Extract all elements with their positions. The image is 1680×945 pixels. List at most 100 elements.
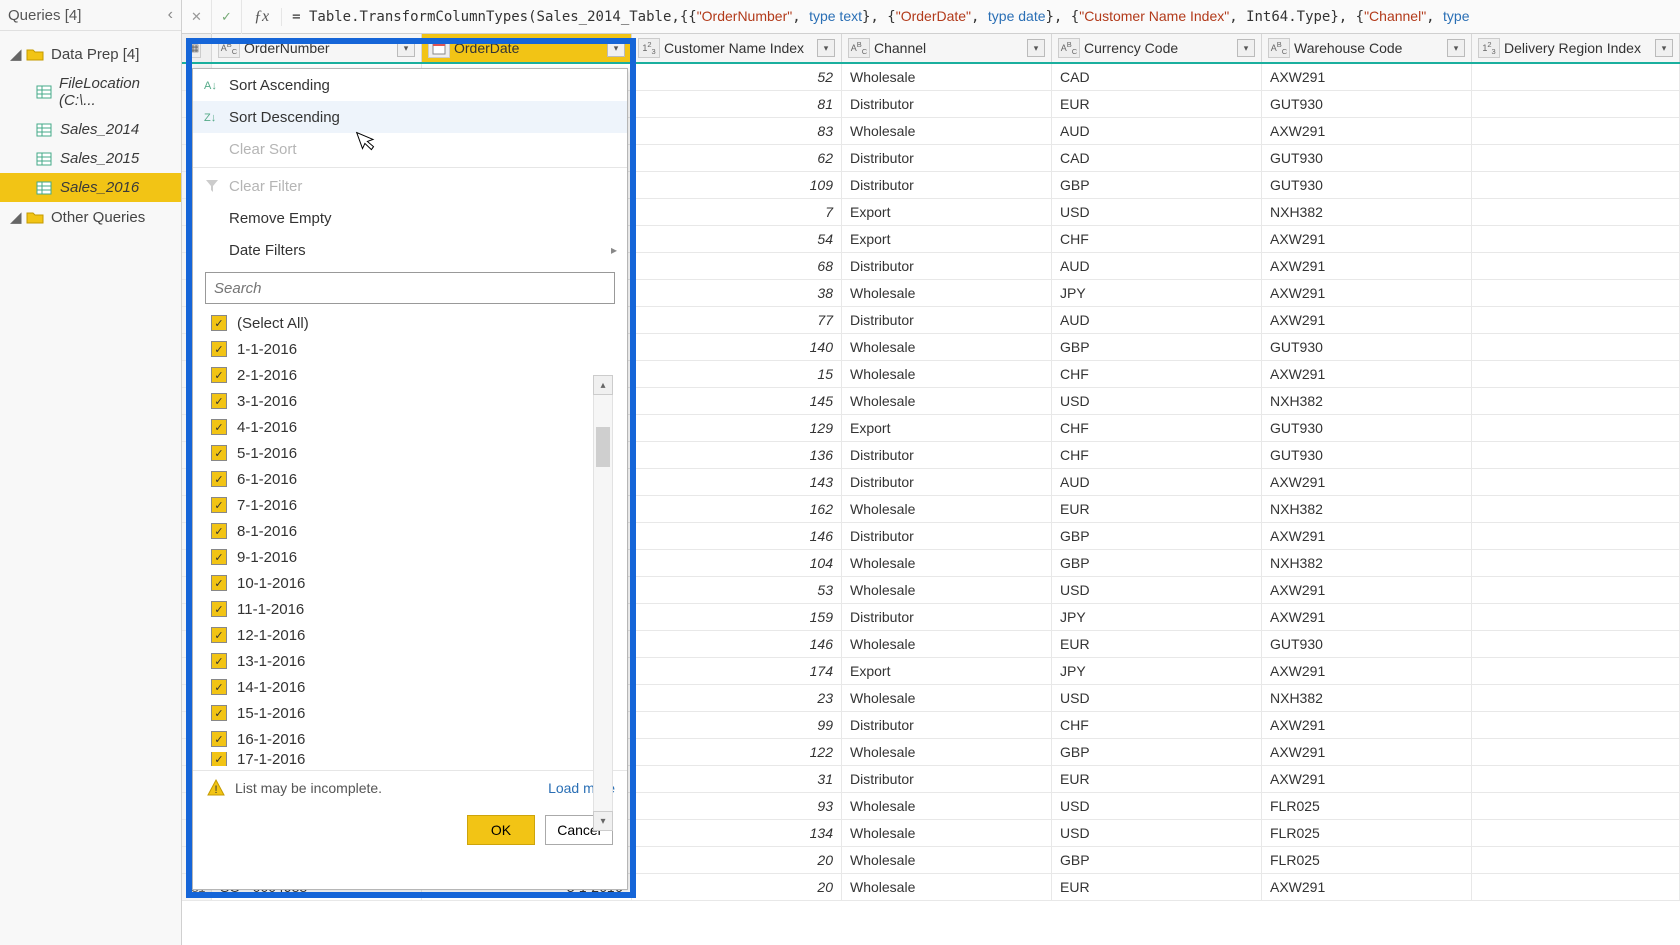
- cell-channel[interactable]: Wholesale: [842, 685, 1052, 711]
- column-filter-dropdown-icon[interactable]: ▾: [1447, 39, 1465, 57]
- row-number-header[interactable]: ▦: [182, 34, 212, 62]
- cell-channel[interactable]: Export: [842, 415, 1052, 441]
- cell-delivery-region[interactable]: [1472, 253, 1680, 279]
- type-icon[interactable]: ABC: [1058, 38, 1080, 58]
- cell-customer-index[interactable]: 174: [632, 658, 842, 684]
- cell-delivery-region[interactable]: [1472, 658, 1680, 684]
- remove-empty-item[interactable]: Remove Empty: [193, 202, 627, 234]
- cell-delivery-region[interactable]: [1472, 712, 1680, 738]
- cell-customer-index[interactable]: 162: [632, 496, 842, 522]
- checkbox-icon[interactable]: ✓: [211, 679, 227, 695]
- filter-value-item[interactable]: ✓14-1-2016: [211, 674, 615, 700]
- cell-delivery-region[interactable]: [1472, 145, 1680, 171]
- cell-channel[interactable]: Export: [842, 199, 1052, 225]
- cell-customer-index[interactable]: 53: [632, 577, 842, 603]
- column-header-ordernumber[interactable]: ABC OrderNumber ▾: [212, 34, 422, 62]
- cell-channel[interactable]: Wholesale: [842, 361, 1052, 387]
- column-header-channel[interactable]: ABC Channel ▾: [842, 34, 1052, 62]
- cell-customer-index[interactable]: 143: [632, 469, 842, 495]
- cell-warehouse[interactable]: AXW291: [1262, 766, 1472, 792]
- cell-delivery-region[interactable]: [1472, 739, 1680, 765]
- checkbox-icon[interactable]: ✓: [211, 393, 227, 409]
- tree-toggle-icon[interactable]: ◢: [10, 208, 22, 226]
- cell-customer-index[interactable]: 20: [632, 874, 842, 900]
- cell-customer-index[interactable]: 134: [632, 820, 842, 846]
- tree-group[interactable]: ◢ Other Queries: [0, 202, 181, 232]
- cell-delivery-region[interactable]: [1472, 388, 1680, 414]
- cell-customer-index[interactable]: 77: [632, 307, 842, 333]
- cell-currency[interactable]: CAD: [1052, 64, 1262, 90]
- filter-value-item[interactable]: ✓7-1-2016: [211, 492, 615, 518]
- filter-value-item[interactable]: ✓10-1-2016: [211, 570, 615, 596]
- checkbox-icon[interactable]: ✓: [211, 549, 227, 565]
- cell-delivery-region[interactable]: [1472, 280, 1680, 306]
- filter-value-item[interactable]: ✓6-1-2016: [211, 466, 615, 492]
- cell-currency[interactable]: GBP: [1052, 172, 1262, 198]
- checkbox-icon[interactable]: ✓: [211, 471, 227, 487]
- cell-channel[interactable]: Wholesale: [842, 550, 1052, 576]
- filter-value-item[interactable]: ✓12-1-2016: [211, 622, 615, 648]
- type-icon[interactable]: ABC: [218, 38, 240, 58]
- date-filters-item[interactable]: Date Filters ▸: [193, 234, 627, 266]
- cell-channel[interactable]: Wholesale: [842, 739, 1052, 765]
- cell-customer-index[interactable]: 38: [632, 280, 842, 306]
- cell-currency[interactable]: USD: [1052, 685, 1262, 711]
- scroll-up-icon[interactable]: ▴: [593, 375, 613, 395]
- cell-channel[interactable]: Wholesale: [842, 820, 1052, 846]
- checkbox-icon[interactable]: ✓: [211, 445, 227, 461]
- cell-channel[interactable]: Distributor: [842, 172, 1052, 198]
- tree-query-item[interactable]: Sales_2015: [0, 144, 181, 173]
- cell-channel[interactable]: Wholesale: [842, 631, 1052, 657]
- cell-delivery-region[interactable]: [1472, 334, 1680, 360]
- cell-customer-index[interactable]: 68: [632, 253, 842, 279]
- filter-value-item[interactable]: ✓8-1-2016: [211, 518, 615, 544]
- cell-currency[interactable]: CHF: [1052, 415, 1262, 441]
- cell-currency[interactable]: CHF: [1052, 442, 1262, 468]
- cell-customer-index[interactable]: 81: [632, 91, 842, 117]
- collapse-sidebar-icon[interactable]: ‹: [168, 6, 173, 24]
- cell-channel[interactable]: Distributor: [842, 253, 1052, 279]
- cell-currency[interactable]: GBP: [1052, 334, 1262, 360]
- cell-channel[interactable]: Export: [842, 658, 1052, 684]
- cell-customer-index[interactable]: 31: [632, 766, 842, 792]
- tree-query-item[interactable]: Sales_2016: [0, 173, 181, 202]
- filter-value-item[interactable]: ✓4-1-2016: [211, 414, 615, 440]
- cell-warehouse[interactable]: NXH382: [1262, 550, 1472, 576]
- filter-value-item[interactable]: ✓13-1-2016: [211, 648, 615, 674]
- type-icon[interactable]: 123: [1478, 38, 1500, 58]
- cell-delivery-region[interactable]: [1472, 442, 1680, 468]
- cell-customer-index[interactable]: 104: [632, 550, 842, 576]
- column-filter-dropdown-icon[interactable]: ▾: [607, 39, 625, 57]
- cell-warehouse[interactable]: FLR025: [1262, 847, 1472, 873]
- filter-value-item[interactable]: ✓5-1-2016: [211, 440, 615, 466]
- cell-warehouse[interactable]: GUT930: [1262, 145, 1472, 171]
- cell-channel[interactable]: Wholesale: [842, 334, 1052, 360]
- cell-delivery-region[interactable]: [1472, 415, 1680, 441]
- cell-customer-index[interactable]: 15: [632, 361, 842, 387]
- sort-descending-item[interactable]: Z↓ Sort Descending: [193, 101, 627, 133]
- column-filter-dropdown-icon[interactable]: ▾: [397, 39, 415, 57]
- cell-currency[interactable]: USD: [1052, 793, 1262, 819]
- cell-warehouse[interactable]: AXW291: [1262, 253, 1472, 279]
- cell-currency[interactable]: USD: [1052, 577, 1262, 603]
- cell-customer-index[interactable]: 54: [632, 226, 842, 252]
- cell-delivery-region[interactable]: [1472, 847, 1680, 873]
- cell-delivery-region[interactable]: [1472, 820, 1680, 846]
- cell-channel[interactable]: Distributor: [842, 442, 1052, 468]
- cell-currency[interactable]: GBP: [1052, 739, 1262, 765]
- cell-currency[interactable]: GBP: [1052, 847, 1262, 873]
- checkbox-icon[interactable]: ✓: [211, 523, 227, 539]
- cell-warehouse[interactable]: AXW291: [1262, 712, 1472, 738]
- cell-delivery-region[interactable]: [1472, 631, 1680, 657]
- scroll-track[interactable]: [593, 395, 613, 811]
- cell-currency[interactable]: AUD: [1052, 118, 1262, 144]
- cell-delivery-region[interactable]: [1472, 793, 1680, 819]
- cell-warehouse[interactable]: FLR025: [1262, 793, 1472, 819]
- cell-channel[interactable]: Wholesale: [842, 874, 1052, 900]
- filter-select-all[interactable]: ✓(Select All): [211, 310, 615, 336]
- cell-delivery-region[interactable]: [1472, 496, 1680, 522]
- cell-delivery-region[interactable]: [1472, 361, 1680, 387]
- cell-customer-index[interactable]: 146: [632, 631, 842, 657]
- cell-currency[interactable]: AUD: [1052, 253, 1262, 279]
- fx-icon[interactable]: ƒx: [242, 8, 282, 26]
